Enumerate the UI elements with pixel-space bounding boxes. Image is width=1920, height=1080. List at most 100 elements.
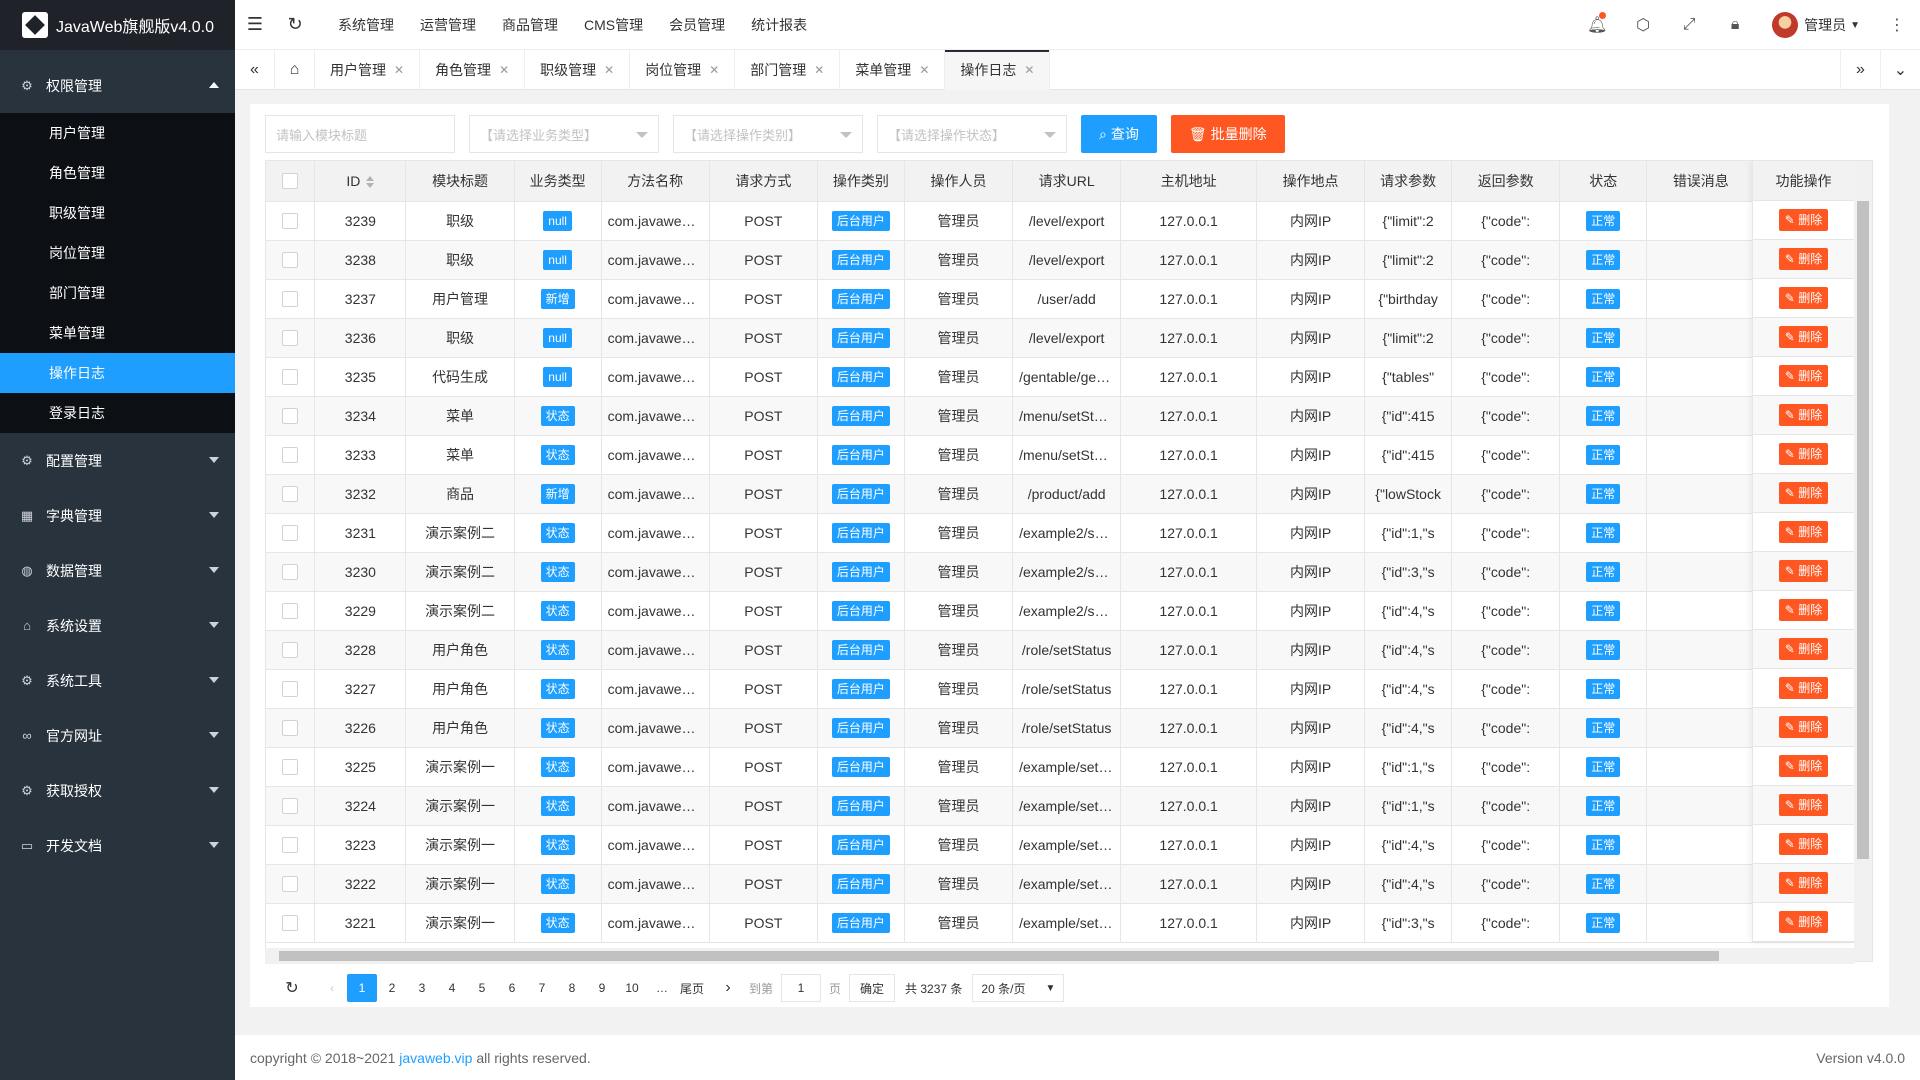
search-button[interactable]: ⌕ 查询 xyxy=(1081,115,1157,153)
delete-button[interactable]: ✎ 删除 xyxy=(1778,365,1829,387)
sidebar-group-2[interactable]: ▦ 字典管理 xyxy=(0,488,235,543)
close-icon[interactable]: ✕ xyxy=(1024,63,1034,77)
row-checkbox[interactable] xyxy=(266,591,316,631)
sidebar-item[interactable]: 登录日志 xyxy=(0,393,235,433)
sidebar-item[interactable]: 角色管理 xyxy=(0,153,235,193)
tag-icon[interactable]: ⬡ xyxy=(1620,15,1666,35)
tabs-dropdown-icon[interactable]: ⌄ xyxy=(1880,50,1920,90)
delete-button[interactable]: ✎ 删除 xyxy=(1778,326,1829,348)
app-logo[interactable]: JavaWeb旗舰版v4.0.0 xyxy=(0,0,235,50)
lock-icon[interactable]: 🔒︎ xyxy=(1712,16,1758,34)
close-icon[interactable]: ✕ xyxy=(394,63,404,77)
row-checkbox[interactable] xyxy=(266,318,316,358)
page-number[interactable]: 2 xyxy=(377,974,407,1002)
close-icon[interactable]: ✕ xyxy=(499,63,509,77)
top-nav-item[interactable]: 运营管理 xyxy=(407,15,489,35)
site-link[interactable]: javaweb.vip xyxy=(399,1050,472,1066)
row-checkbox[interactable] xyxy=(266,552,316,592)
row-checkbox[interactable] xyxy=(266,669,316,709)
row-checkbox[interactable] xyxy=(266,903,316,943)
delete-button[interactable]: ✎ 删除 xyxy=(1778,677,1829,699)
row-checkbox[interactable] xyxy=(266,279,316,319)
more-vertical-icon[interactable]: ⋮ xyxy=(1874,15,1920,35)
row-checkbox[interactable] xyxy=(266,708,316,748)
delete-button[interactable]: ✎ 删除 xyxy=(1778,521,1829,543)
delete-button[interactable]: ✎ 删除 xyxy=(1778,209,1829,231)
horizontal-scrollbar[interactable] xyxy=(265,948,1855,964)
row-checkbox[interactable] xyxy=(266,474,316,514)
user-menu[interactable]: 管理员 ▼ xyxy=(1758,12,1874,38)
delete-button[interactable]: ✎ 删除 xyxy=(1778,560,1829,582)
page-number[interactable]: 3 xyxy=(407,974,437,1002)
vertical-scrollbar-thumb[interactable] xyxy=(1857,201,1869,859)
page-number[interactable]: 8 xyxy=(557,974,587,1002)
sidebar-group-1[interactable]: ⚙ 配置管理 xyxy=(0,433,235,488)
delete-button[interactable]: ✎ 删除 xyxy=(1778,638,1829,660)
next-page-icon[interactable]: › xyxy=(713,974,743,1002)
sidebar-group-6[interactable]: ∞ 官方网址 xyxy=(0,708,235,763)
sidebar-group-0[interactable]: ⚙ 权限管理 xyxy=(0,58,235,113)
delete-button[interactable]: ✎ 删除 xyxy=(1778,482,1829,504)
page-number[interactable]: 5 xyxy=(467,974,497,1002)
delete-button[interactable]: ✎ 删除 xyxy=(1778,716,1829,738)
reload-icon[interactable]: ↻ xyxy=(277,974,307,1002)
tab-item[interactable]: 菜单管理 ✕ xyxy=(840,49,946,90)
sidebar-item[interactable]: 菜单管理 xyxy=(0,313,235,353)
top-nav-item[interactable]: CMS管理 xyxy=(571,15,656,35)
tabs-scroll-right-icon[interactable]: » xyxy=(1840,50,1880,90)
page-number[interactable]: 7 xyxy=(527,974,557,1002)
page-number[interactable]: 1 xyxy=(347,974,377,1002)
row-checkbox[interactable] xyxy=(266,864,316,904)
row-checkbox[interactable] xyxy=(266,786,316,826)
row-checkbox[interactable] xyxy=(266,747,316,787)
delete-button[interactable]: ✎ 删除 xyxy=(1778,404,1829,426)
row-checkbox[interactable] xyxy=(266,357,316,397)
delete-button[interactable]: ✎ 删除 xyxy=(1778,248,1829,270)
sidebar-group-7[interactable]: ⚙ 获取授权 xyxy=(0,763,235,818)
goto-confirm-button[interactable]: 确定 xyxy=(849,974,896,1002)
row-checkbox[interactable] xyxy=(266,396,316,436)
delete-button[interactable]: ✎ 删除 xyxy=(1778,872,1829,894)
sidebar-item[interactable]: 部门管理 xyxy=(0,273,235,313)
delete-button[interactable]: ✎ 删除 xyxy=(1778,911,1829,933)
delete-button[interactable]: ✎ 删除 xyxy=(1778,599,1829,621)
tab-item[interactable]: 职级管理 ✕ xyxy=(525,49,631,90)
sidebar-group-8[interactable]: ▭ 开发文档 xyxy=(0,818,235,873)
batch-delete-button[interactable]: 🗑︎ 批量删除 xyxy=(1170,115,1285,153)
sidebar-group-5[interactable]: ⚙ 系统工具 xyxy=(0,653,235,708)
fullscreen-icon[interactable]: ⤢ xyxy=(1666,16,1712,34)
top-nav-item[interactable]: 统计报表 xyxy=(738,15,820,35)
row-checkbox[interactable] xyxy=(266,825,316,865)
title-search-input[interactable]: 请输入模块标题 xyxy=(265,115,455,153)
refresh-icon[interactable]: ↻ xyxy=(275,14,315,35)
delete-button[interactable]: ✎ 删除 xyxy=(1778,833,1829,855)
close-icon[interactable]: ✕ xyxy=(814,63,824,77)
row-checkbox[interactable] xyxy=(266,513,316,553)
close-icon[interactable]: ✕ xyxy=(604,63,614,77)
page-number[interactable]: 9 xyxy=(587,974,617,1002)
close-icon[interactable]: ✕ xyxy=(709,63,719,77)
last-page-link[interactable]: 尾页 xyxy=(677,974,707,1002)
tab-item[interactable]: 部门管理 ✕ xyxy=(735,49,841,90)
business-type-select[interactable]: 【请选择业务类型】 xyxy=(469,115,659,153)
page-number[interactable]: 6 xyxy=(497,974,527,1002)
row-checkbox[interactable] xyxy=(266,630,316,670)
status-select[interactable]: 【请选择操作状态】 xyxy=(877,115,1067,153)
sidebar-group-3[interactable]: ◍ 数据管理 xyxy=(0,543,235,598)
select-all-checkbox[interactable] xyxy=(266,161,316,202)
close-icon[interactable]: ✕ xyxy=(919,63,929,77)
home-tab-icon[interactable]: ⌂ xyxy=(275,49,315,90)
delete-button[interactable]: ✎ 删除 xyxy=(1778,287,1829,309)
row-checkbox[interactable] xyxy=(266,201,316,241)
row-checkbox[interactable] xyxy=(266,240,316,280)
tab-item[interactable]: 岗位管理 ✕ xyxy=(630,49,736,90)
prev-page-icon[interactable]: ‹ xyxy=(317,974,347,1002)
horizontal-scrollbar-thumb[interactable] xyxy=(279,951,1719,961)
sidebar-item[interactable]: 用户管理 xyxy=(0,113,235,153)
tab-item[interactable]: 操作日志 ✕ xyxy=(945,49,1051,90)
vertical-scrollbar[interactable] xyxy=(1854,161,1872,961)
sort-icon[interactable] xyxy=(366,176,375,189)
delete-button[interactable]: ✎ 删除 xyxy=(1778,755,1829,777)
delete-button[interactable]: ✎ 删除 xyxy=(1778,443,1829,465)
sidebar-item[interactable]: 操作日志 xyxy=(0,353,235,393)
